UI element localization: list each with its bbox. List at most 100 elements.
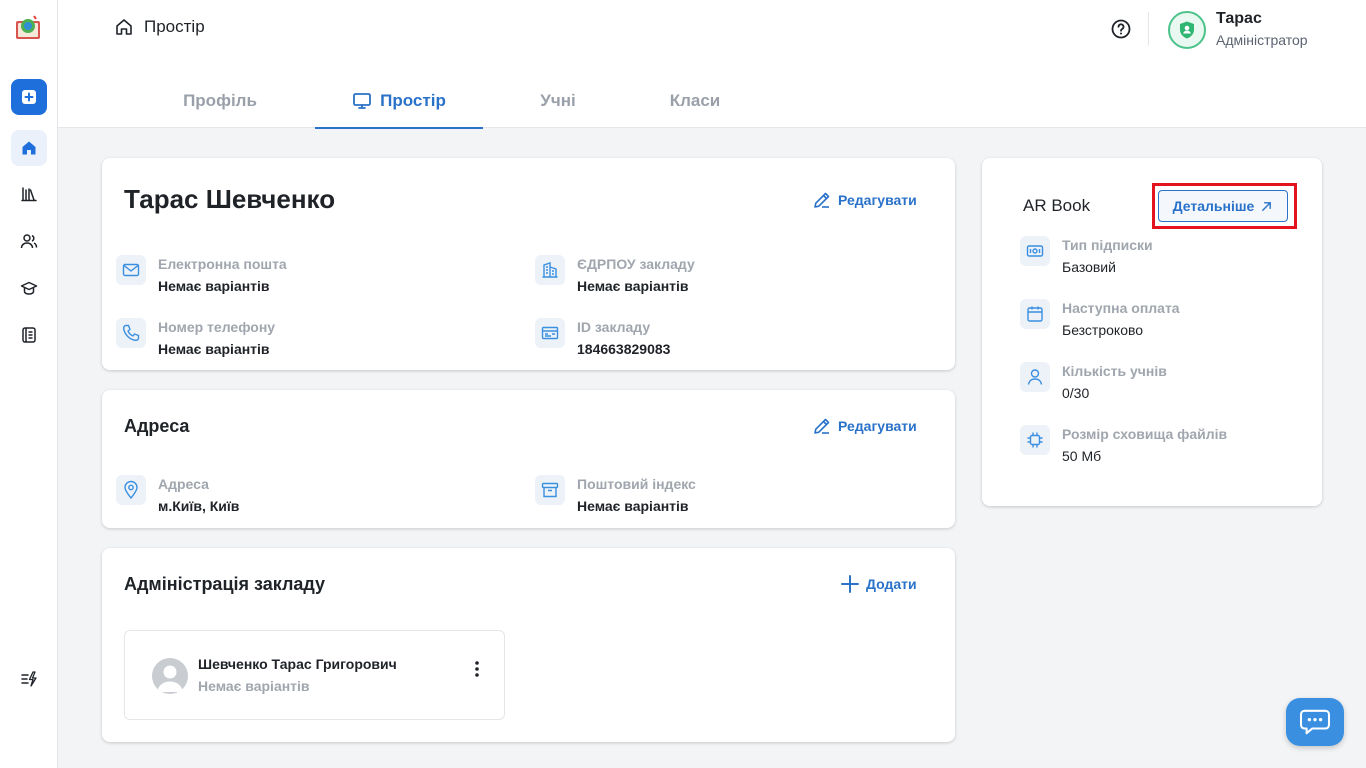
field-value: Немає варіантів [577, 498, 689, 514]
field-value: Немає варіантів [577, 278, 689, 294]
sidebar-item-home[interactable] [11, 130, 47, 166]
app-logo[interactable] [14, 13, 42, 41]
field-label: Номер телефону [158, 319, 276, 335]
pencil-icon [814, 192, 830, 208]
user-role: Адміністратор [1216, 32, 1308, 48]
sidebar [0, 0, 58, 768]
address-field: Адреса м.Київ, Київ [116, 475, 239, 516]
monitor-icon [353, 93, 372, 109]
address-title: Адреса [124, 416, 190, 436]
edit-label: Редагувати [838, 192, 917, 208]
field-label: ЄДРПОУ закладу [577, 256, 695, 272]
home-icon [22, 141, 36, 155]
administration-card: Адміністрація закладу Додати Шевченко Та… [102, 548, 955, 742]
storage-size-field: Розмір сховища файлів 50 Мб [1020, 425, 1227, 466]
building-icon [535, 255, 565, 285]
chat-bubble-icon [1299, 709, 1331, 735]
id-card-icon [535, 318, 565, 348]
next-payment-field: Наступна оплата Безстроково [1020, 299, 1180, 340]
tab-label: Класи [669, 91, 721, 110]
edit-address-button[interactable]: Редагувати [812, 416, 917, 436]
field-label: Розмір сховища файлів [1062, 426, 1228, 442]
phone-field: Номер телефону Немає варіантів [116, 318, 275, 359]
field-label: Електронна пошта [158, 256, 287, 272]
location-pin-icon [116, 475, 146, 505]
field-value: Базовий [1062, 259, 1116, 275]
home-outline-icon [116, 19, 132, 35]
field-value: Немає варіантів [158, 278, 270, 294]
sidebar-item-users[interactable] [11, 223, 47, 259]
tab-bar: Профіль Простір Учні Класи [148, 74, 757, 129]
field-label: Тип підписки [1062, 237, 1153, 253]
add-label: Додати [866, 576, 917, 592]
postal-code-field: Поштовий індекс Немає варіантів [535, 475, 696, 516]
tab-profile[interactable]: Профіль [148, 74, 292, 128]
calendar-icon [1020, 299, 1050, 329]
more-options-icon[interactable] [471, 659, 483, 679]
graduation-cap-icon [20, 281, 38, 295]
field-value: Безстроково [1062, 322, 1144, 338]
subscription-title: AR Book [1023, 196, 1091, 215]
sidebar-item-classes[interactable] [11, 270, 47, 306]
user-icon [1020, 362, 1050, 392]
admin-member-card[interactable]: Шевченко Тарас Григорович Немає варіанті… [124, 630, 505, 720]
subscription-type-field: Тип підписки Базовий [1020, 236, 1153, 277]
tab-classes[interactable]: Класи [633, 74, 757, 128]
subscription-card: AR Book Детальніше Тип підписки Базовий Н… [982, 158, 1322, 506]
field-label: Адреса [158, 476, 209, 492]
users-icon [20, 234, 38, 249]
edit-label: Редагувати [838, 418, 917, 434]
plus-icon [841, 575, 859, 593]
breadcrumb[interactable]: Простір [114, 17, 205, 37]
edrpou-field: ЄДРПОУ закладу Немає варіантів [535, 255, 695, 296]
archive-box-icon [535, 475, 565, 505]
tab-label: Учні [540, 91, 576, 110]
tab-label: Профіль [183, 91, 257, 110]
field-value: Немає варіантів [158, 341, 270, 357]
user-name: Тарас [1216, 10, 1262, 27]
chip-icon [1020, 425, 1050, 455]
field-value: 50 Мб [1062, 448, 1102, 464]
highlight-box [1152, 183, 1297, 229]
field-value: 0/30 [1062, 385, 1090, 401]
school-id-field: ID закладу 184663829083 [535, 318, 670, 359]
shield-user-icon [1180, 21, 1194, 39]
email-field: Електронна пошта Немає варіантів [116, 255, 287, 296]
lightning-list-icon [21, 671, 37, 687]
tab-students[interactable]: Учні [483, 74, 633, 128]
edit-profile-button[interactable]: Редагувати [812, 190, 917, 210]
field-label: Поштовий індекс [577, 476, 696, 492]
chat-button[interactable] [1286, 698, 1344, 746]
admin-subtitle: Немає варіантів [198, 678, 310, 694]
field-label: Кількість учнів [1062, 363, 1167, 379]
phone-icon [116, 318, 146, 348]
sidebar-item-library[interactable] [11, 176, 47, 212]
tab-label: Простір [380, 91, 446, 110]
avatar [152, 658, 188, 694]
breadcrumb-label: Простір [144, 17, 205, 36]
field-label: Наступна оплата [1062, 300, 1180, 316]
sidebar-item-activity[interactable] [11, 661, 47, 697]
top-header: Простір Тарас Адміністратор Профіль Прос… [58, 0, 1366, 129]
notebook-icon [22, 327, 36, 343]
profile-card: Тарас Шевченко Редагувати Електронна пош… [102, 158, 955, 370]
ticket-icon [1020, 236, 1050, 266]
create-button[interactable] [11, 79, 47, 115]
header-divider [1148, 12, 1149, 46]
user-avatar[interactable] [1168, 11, 1206, 49]
profile-name: Тарас Шевченко [124, 184, 336, 214]
sidebar-item-journal[interactable] [11, 317, 47, 353]
field-value: м.Київ, Київ [158, 498, 240, 514]
mail-icon [116, 255, 146, 285]
field-label: ID закладу [577, 319, 651, 335]
administration-title: Адміністрація закладу [124, 574, 326, 594]
address-card: Адреса Редагувати Адреса м.Київ, Київ Пош… [102, 390, 955, 528]
plus-square-icon [22, 90, 36, 104]
help-icon[interactable] [1110, 18, 1132, 40]
tab-space[interactable]: Простір [315, 74, 483, 129]
add-admin-button[interactable]: Додати [840, 574, 917, 594]
student-count-field: Кількість учнів 0/30 [1020, 362, 1167, 403]
field-value: 184663829083 [577, 341, 671, 357]
books-icon [21, 187, 37, 202]
pencil-icon [814, 418, 830, 434]
